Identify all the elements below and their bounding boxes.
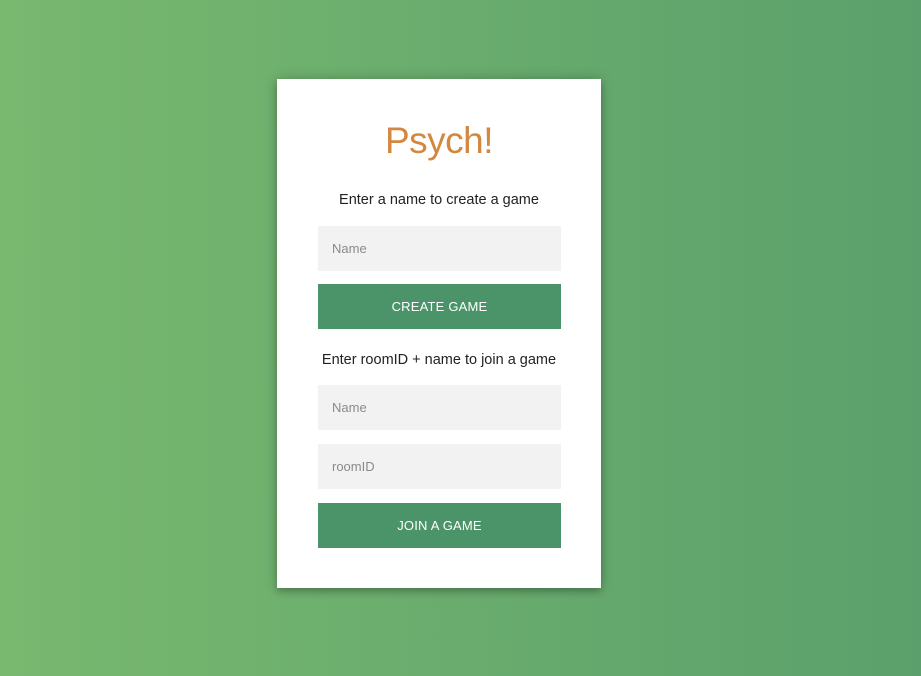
create-name-input[interactable]: [318, 226, 561, 271]
join-game-button[interactable]: JOIN A GAME: [318, 503, 561, 548]
join-instruction: Enter roomID + name to join a game: [321, 352, 557, 368]
create-game-button[interactable]: CREATE GAME: [318, 284, 561, 329]
login-card: Psych! Enter a name to create a game CRE…: [277, 79, 601, 588]
app-title: Psych!: [384, 120, 494, 161]
join-name-input[interactable]: [318, 385, 561, 430]
room-id-input[interactable]: [318, 444, 561, 489]
create-instruction: Enter a name to create a game: [339, 192, 539, 208]
